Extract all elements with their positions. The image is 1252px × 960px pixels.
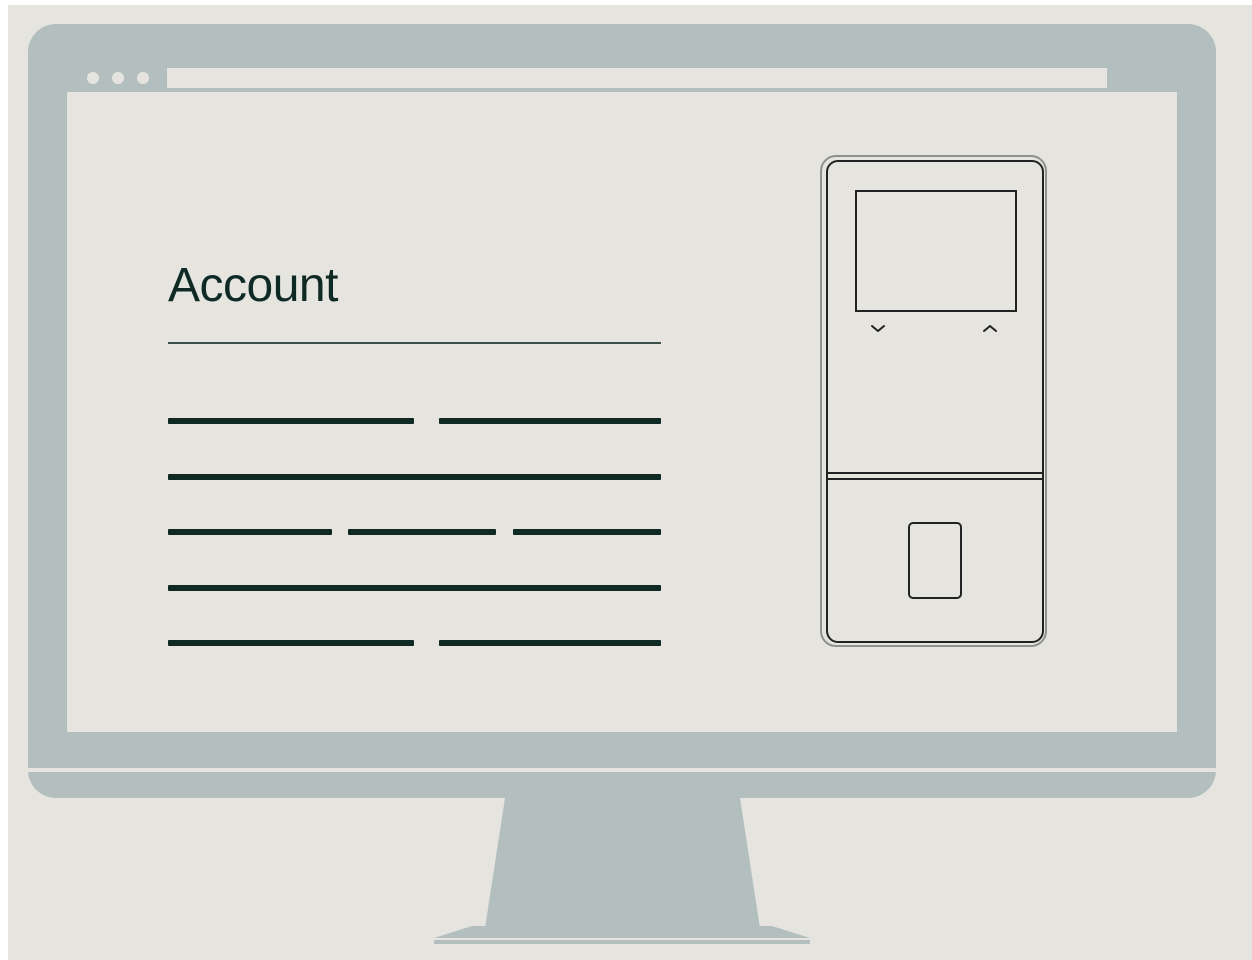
placeholder-text-line: [168, 418, 414, 424]
placeholder-text-line: [439, 418, 661, 424]
chevron-down-icon[interactable]: [868, 318, 888, 338]
placeholder-text-line: [513, 529, 661, 535]
device-display: [855, 190, 1017, 312]
placeholder-text-line: [439, 640, 661, 646]
placeholder-text-line: [168, 529, 332, 535]
device-section-divider: [826, 472, 1044, 480]
monitor-bezel-line: [28, 768, 1216, 772]
placeholder-text-line: [168, 585, 661, 591]
window-dot-icon[interactable]: [137, 72, 149, 84]
window-dot-icon[interactable]: [112, 72, 124, 84]
page-title: Account: [168, 259, 338, 312]
placeholder-text-line: [168, 474, 661, 480]
address-bar[interactable]: [167, 68, 1107, 88]
monitor-stand-neck: [485, 798, 760, 928]
placeholder-text-line: [348, 529, 496, 535]
fingerprint-sensor-icon[interactable]: [908, 522, 962, 599]
window-dot-icon[interactable]: [87, 72, 99, 84]
title-divider: [168, 342, 661, 344]
chevron-up-icon[interactable]: [980, 318, 1000, 338]
monitor-stand-base: [434, 926, 810, 944]
placeholder-text-line: [168, 640, 414, 646]
illustration-stage: Account: [0, 0, 1252, 960]
